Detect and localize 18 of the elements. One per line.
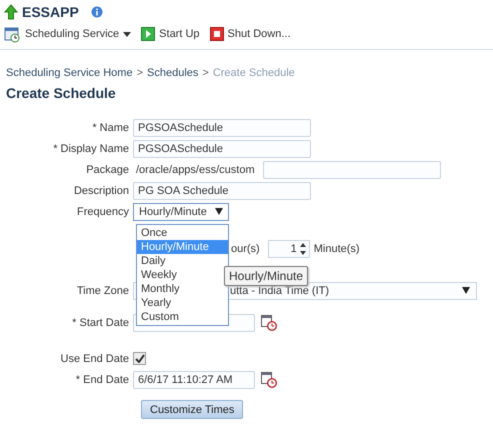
field-label: * Name	[91, 122, 130, 134]
minutes-label: Minute(s)	[314, 242, 360, 254]
app-title: ESSAPP	[22, 4, 79, 20]
package-path: /oracle/apps/ess/custom	[136, 164, 255, 176]
field-label: Description	[72, 184, 130, 196]
breadcrumb-separator: >	[202, 67, 209, 81]
tooltip: Hourly/Minute	[224, 266, 308, 286]
field-label: Package	[85, 164, 130, 176]
field-label: * Start Date	[71, 316, 130, 328]
field-label: Time Zone	[76, 284, 130, 296]
field-label: * End Date	[74, 374, 130, 386]
field-label: * Display Name	[52, 142, 130, 154]
hours-label: our(s)	[231, 242, 260, 254]
current-page-label: Create Schedule	[212, 67, 295, 81]
breadcrumb-separator: >	[136, 67, 144, 81]
field-label: Use End Date	[60, 352, 130, 364]
page-title: Create Schedule	[6, 85, 117, 101]
field-label: Frequency	[76, 206, 130, 218]
